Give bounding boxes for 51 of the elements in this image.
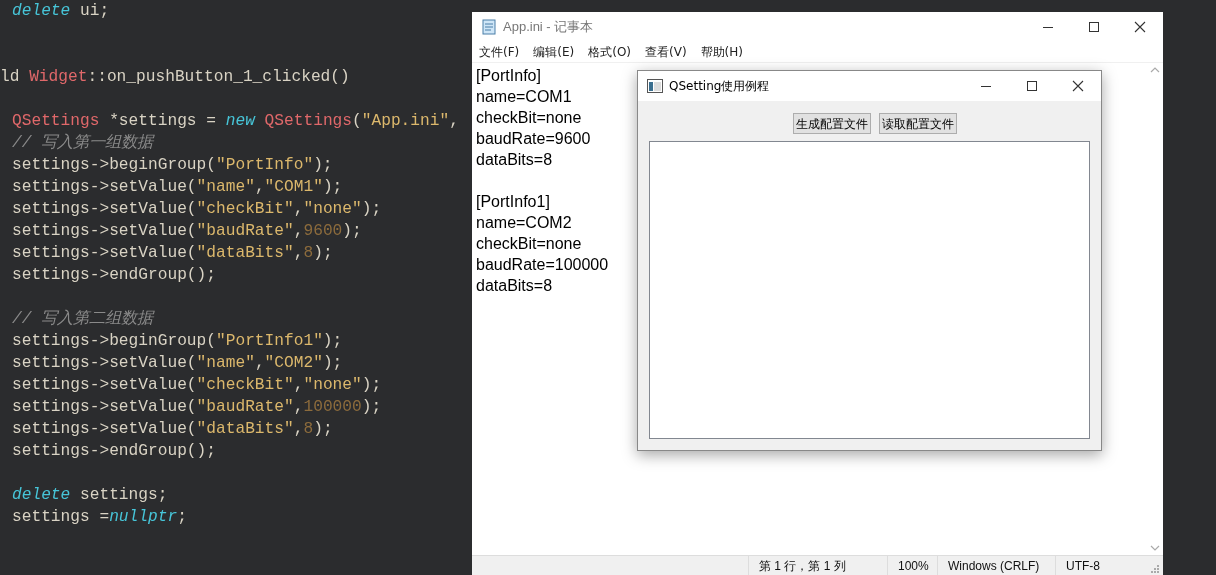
text-line: checkBit=none xyxy=(476,234,582,254)
maximize-icon xyxy=(1026,80,1038,92)
code-line: settings->endGroup(); xyxy=(12,441,216,462)
text-line: baudRate=100000 xyxy=(476,255,609,275)
code-line: settings->setValue("dataBits",8); xyxy=(12,243,333,264)
status-text: UTF-8 xyxy=(1055,556,1150,575)
code-line: settings->beginGroup("PortInfo1"); xyxy=(12,331,343,352)
code-line: // 写入第一组数据 xyxy=(12,132,154,154)
code-line: settings =nullptr; xyxy=(12,507,187,528)
status-text: 100% xyxy=(887,556,937,575)
text-line: baudRate=9600 xyxy=(476,129,591,149)
window-title: App.ini - 记事本 xyxy=(503,18,595,36)
status-text: Windows (CRLF) xyxy=(937,556,1055,575)
code-line: ld Widget::on_pushButton_1_clicked() xyxy=(0,67,350,88)
resize-grip-icon xyxy=(1150,564,1160,574)
status-text: 第 1 行，第 1 列 xyxy=(748,556,887,575)
dialog-title: QSetting使用例程 xyxy=(669,77,771,95)
text-line: dataBits=8 xyxy=(476,150,553,170)
text-line: name=COM2 xyxy=(476,213,572,233)
text-line: [PortInfo] xyxy=(476,66,541,86)
text-line: checkBit=none xyxy=(476,108,582,128)
menu-item[interactable]: 帮助(H) xyxy=(695,43,748,61)
menu-item[interactable]: 查看(V) xyxy=(640,43,692,61)
text-line: dataBits=8 xyxy=(476,276,553,296)
code-line: delete ui; xyxy=(12,1,110,22)
text-line: [PortInfo1] xyxy=(476,192,550,212)
close-icon xyxy=(1134,21,1146,33)
code-line: settings->setValue("name","COM1"); xyxy=(12,177,343,198)
code-line: settings->setValue("baudRate",100000); xyxy=(12,397,382,418)
menu-item[interactable]: 文件(F) xyxy=(474,43,525,61)
code-line: delete settings; xyxy=(12,485,168,506)
close-icon xyxy=(1072,80,1084,92)
app-window-icon xyxy=(647,79,663,93)
code-line: settings->setValue("baudRate",9600); xyxy=(12,221,362,242)
code-line: settings->setValue("checkBit","none"); xyxy=(12,375,382,396)
code-line: settings->setValue("name","COM2"); xyxy=(12,353,343,374)
code-line: settings->setValue("checkBit","none"); xyxy=(12,199,382,220)
maximize-icon xyxy=(1088,21,1100,33)
scroll-down-icon xyxy=(1150,545,1160,551)
code-line: settings->beginGroup("PortInfo"); xyxy=(12,155,333,176)
code-line: settings->endGroup(); xyxy=(12,265,216,286)
text-line: name=COM1 xyxy=(476,87,572,107)
action-button[interactable]: 读取配置文件 xyxy=(879,113,957,134)
code-line: settings->setValue("dataBits",8); xyxy=(12,419,333,440)
scroll-up-icon xyxy=(1150,67,1160,73)
menu-item[interactable]: 编辑(E) xyxy=(528,43,580,61)
notepad-icon xyxy=(481,19,497,35)
code-line: QSettings *settings = new QSettings("App.ini", xyxy=(12,111,459,132)
menu-item[interactable]: 格式(O) xyxy=(583,43,637,61)
action-button[interactable]: 生成配置文件 xyxy=(793,113,871,134)
code-line: // 写入第二组数据 xyxy=(12,308,154,330)
